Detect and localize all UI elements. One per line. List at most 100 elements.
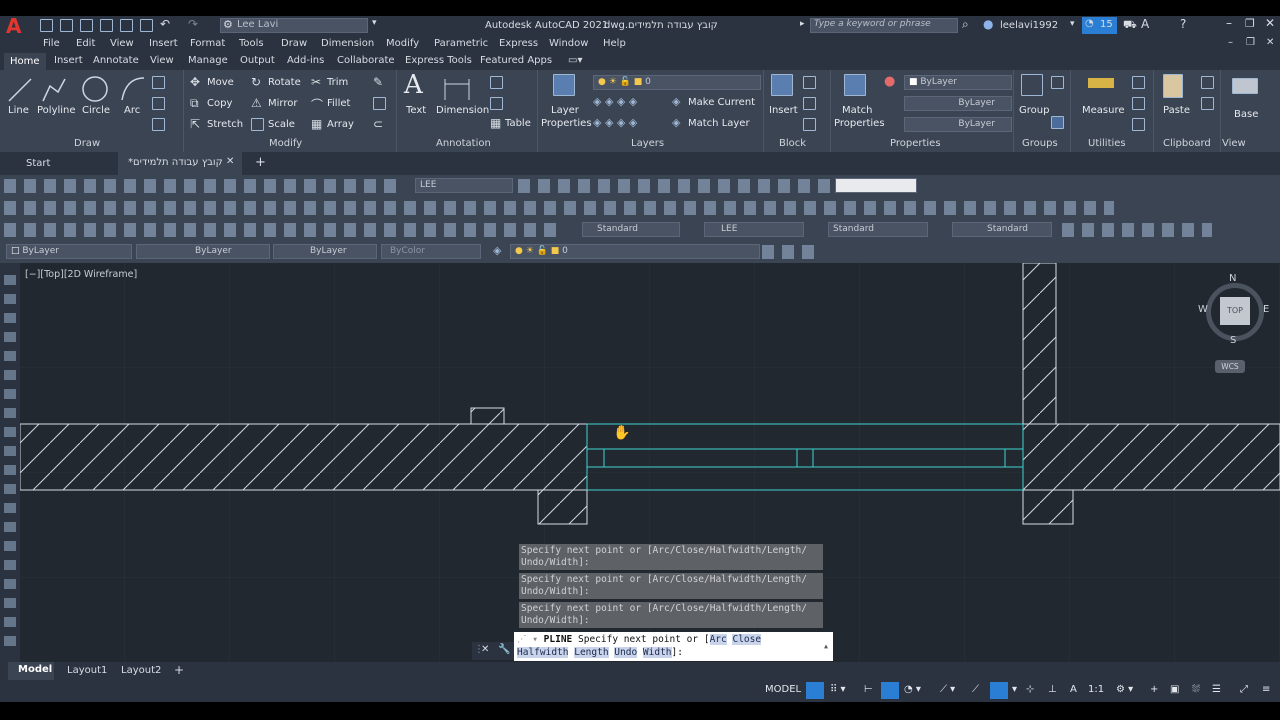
workspace-combo[interactable]: ⚙ Lee Lavi [220, 18, 368, 33]
linear-dim-icon[interactable] [490, 76, 503, 89]
empty-combo[interactable] [835, 178, 917, 193]
viewcube[interactable]: N S E W TOP [1198, 273, 1270, 346]
edit-attributes-icon[interactable] [803, 118, 816, 131]
create-block-icon[interactable] [803, 76, 816, 89]
annotation-monitor-icon[interactable]: + [1150, 684, 1158, 695]
explode-icon[interactable] [373, 97, 386, 110]
restore-icon[interactable]: ❐ [1245, 17, 1255, 30]
quick-select-icon[interactable] [1132, 76, 1145, 89]
annotation-scale-icon[interactable]: A [1070, 684, 1077, 695]
wcs-button[interactable]: WCS [1215, 360, 1245, 373]
autocad-logo-icon[interactable]: A [6, 14, 28, 38]
search-icon[interactable]: ⌕ [962, 17, 969, 32]
close-tab-icon[interactable]: ✕ [226, 156, 234, 167]
osnap-tracking-icon[interactable]: ⟋ [972, 684, 979, 695]
arc-icon[interactable] [118, 74, 148, 104]
model-space-button[interactable]: MODEL [765, 684, 801, 695]
clipboard-panel-title[interactable]: Clipboard [1163, 138, 1211, 149]
group-icon[interactable] [1021, 74, 1043, 96]
view-panel-title[interactable]: View [1222, 138, 1246, 149]
small-hatched-box[interactable] [470, 407, 505, 425]
tab-featured-apps[interactable]: Featured Apps [480, 55, 552, 66]
scale-icon[interactable] [251, 118, 264, 131]
match-layer-button[interactable]: Match Layer [688, 118, 750, 129]
close-icon[interactable]: ✕ [1265, 16, 1275, 30]
tab-express-tools[interactable]: Express Tools [405, 55, 472, 66]
menu-help[interactable]: Help [603, 38, 626, 49]
layer-tools2-icon[interactable]: ◈ ◈ ◈ ◈ [593, 116, 637, 129]
snap-icon[interactable]: ⠿ ▾ [830, 684, 846, 695]
units-icon[interactable]: ▣ [1170, 684, 1179, 695]
workspace-gear-icon[interactable]: ⚙ ▾ [1116, 684, 1133, 695]
viewport-label[interactable]: [−][Top][2D Wireframe] [25, 269, 137, 280]
help-icon[interactable]: ? [1180, 17, 1186, 31]
toolbar-icons-2[interactable] [518, 179, 830, 193]
tab-view[interactable]: View [150, 55, 174, 66]
user-dropdown-icon[interactable]: ▾ [1070, 19, 1075, 29]
lineweight-combo[interactable]: ByLayer [273, 244, 377, 259]
ungroup-icon[interactable] [1051, 76, 1064, 89]
infer-icon[interactable]: ⊢ [864, 684, 873, 695]
table-style-combo[interactable]: Standard [952, 222, 1052, 237]
tab-annotate[interactable]: Annotate [93, 55, 139, 66]
clean-screen-icon[interactable]: ⤢ [1240, 684, 1248, 695]
plot-icon[interactable] [140, 19, 153, 32]
command-scroll-icon[interactable]: ▴ [823, 640, 829, 653]
save-icon[interactable] [80, 19, 93, 32]
menu-dimension[interactable]: Dimension [321, 38, 374, 49]
color-wheel-icon[interactable]: ● [884, 74, 895, 89]
array-icon[interactable]: ▦ [311, 117, 322, 131]
fillet-button[interactable]: Fillet [327, 98, 350, 109]
table-icon[interactable]: ▦ [490, 116, 501, 130]
undo-icon[interactable]: ↶ [160, 17, 170, 31]
toolbar-icons-1[interactable] [4, 179, 404, 193]
redo-icon[interactable]: ↷ [188, 17, 198, 31]
save-as-icon[interactable] [100, 19, 113, 32]
doc-close-icon[interactable]: ✕ [1266, 37, 1274, 48]
linetype-combo[interactable]: ByLayer [136, 244, 270, 259]
trim-button[interactable]: Trim [327, 77, 348, 88]
command-input[interactable]: ⋰ ▾ PLINE Specify next point or [Arc Clo… [514, 632, 833, 661]
lineweight-icon[interactable]: ⊹ [1026, 684, 1034, 695]
paste-icon[interactable] [1163, 74, 1183, 98]
color-dropdown[interactable]: ■ ByLayer [904, 75, 1012, 90]
menu-express[interactable]: Express [499, 38, 538, 49]
model-tab[interactable]: Model [8, 662, 54, 680]
wall-right-column[interactable] [1022, 263, 1057, 425]
scale-button[interactable]: Scale [268, 119, 295, 130]
line-icon[interactable] [6, 76, 34, 104]
vertical-draw-toolbar[interactable] [0, 263, 20, 663]
compass-north[interactable]: N [1229, 273, 1236, 284]
option-halfwidth[interactable]: Halfwidth [517, 647, 569, 658]
wall-right[interactable] [1022, 423, 1280, 491]
notification-badge[interactable]: ◔ 15 [1082, 17, 1117, 34]
viewcube-top-face[interactable]: TOP [1220, 297, 1250, 325]
new-icon[interactable] [40, 19, 53, 32]
workspace-dropdown-icon[interactable]: ▾ [372, 18, 377, 28]
dim-style-combo[interactable]: Standard [828, 222, 928, 237]
search-input[interactable]: Type a keyword or phrase [810, 18, 958, 33]
array-button[interactable]: Array [327, 119, 354, 130]
lineweight-dropdown[interactable]: ByLayer [904, 117, 1012, 132]
option-arc[interactable]: Arc [709, 634, 727, 645]
mirror-button[interactable]: Mirror [268, 98, 297, 109]
menu-parametric[interactable]: Parametric [434, 38, 488, 49]
move-button[interactable]: Move [207, 77, 234, 88]
cart-icon[interactable]: ⛟ [1123, 18, 1137, 33]
compass-east[interactable]: E [1263, 304, 1269, 315]
layer-filter-combo[interactable]: LEE [415, 178, 513, 193]
doc-minimize-icon[interactable]: – [1228, 37, 1233, 48]
osnap-dropdown-icon[interactable]: ▾ [1012, 684, 1017, 695]
menu-window[interactable]: Window [549, 38, 588, 49]
match-layer-icon[interactable]: ◈ [672, 116, 680, 129]
quick-properties-icon[interactable]: ⛆ [1192, 684, 1200, 695]
groups-panel-title[interactable]: Groups [1022, 138, 1058, 149]
osnap-icon[interactable] [990, 682, 1008, 699]
region-icon[interactable] [152, 118, 165, 131]
properties-panel-title[interactable]: Properties [890, 138, 941, 149]
username[interactable]: leelavi1992 [1000, 20, 1058, 31]
circle-icon[interactable] [80, 74, 110, 104]
tab-collaborate[interactable]: Collaborate [337, 55, 395, 66]
option-undo[interactable]: Undo [614, 647, 638, 658]
menu-tools[interactable]: Tools [239, 38, 264, 49]
